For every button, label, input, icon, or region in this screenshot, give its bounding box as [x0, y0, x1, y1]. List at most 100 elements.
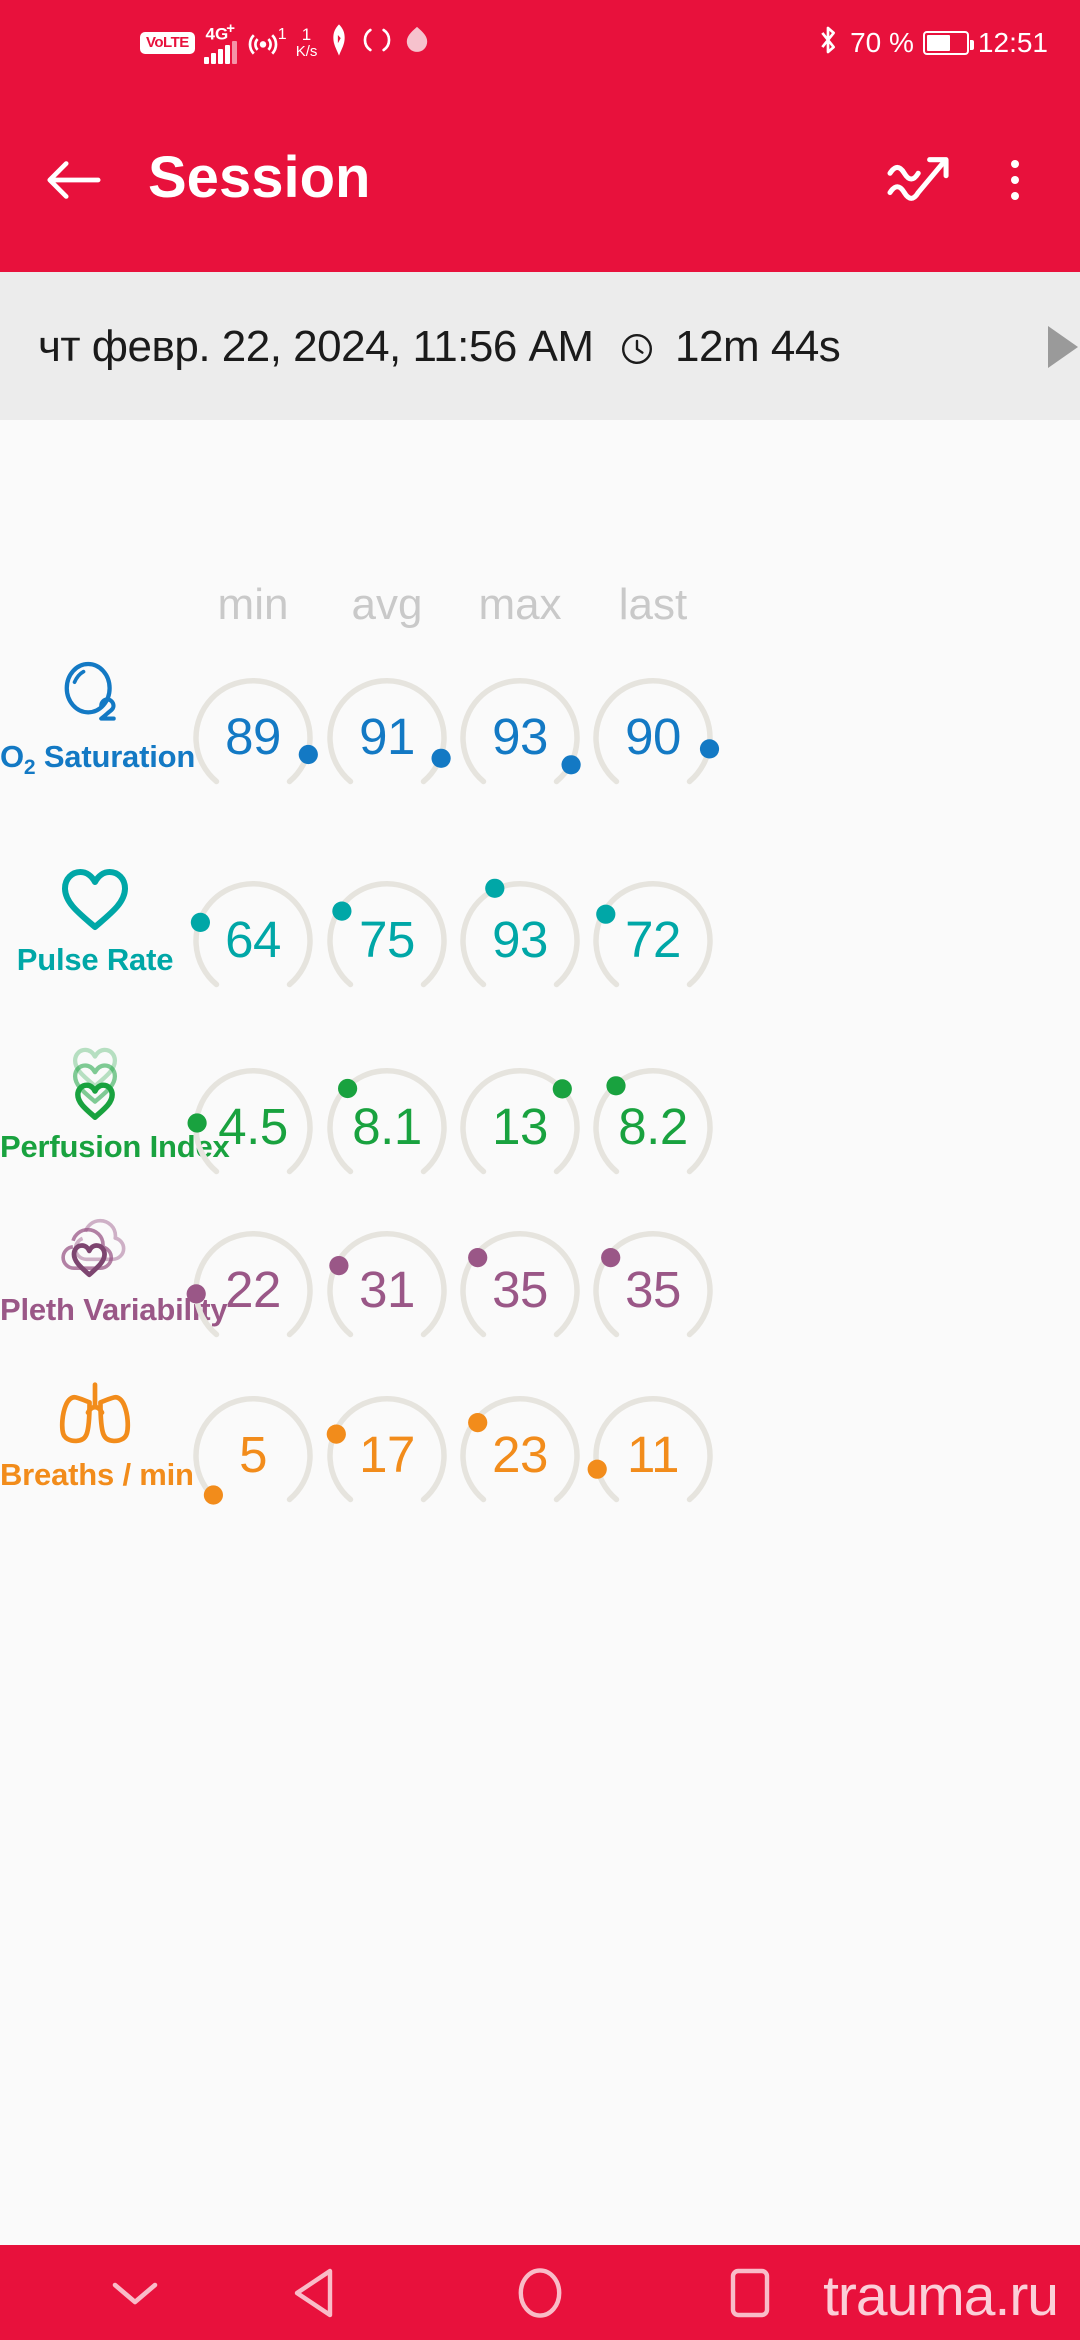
gauge-pleth-max[interactable]: 35: [453, 1223, 587, 1357]
gauge-perfusion-avg[interactable]: 8.1: [320, 1060, 454, 1194]
gauge-value: 90: [625, 708, 681, 765]
gauge-value: 8.1: [352, 1098, 422, 1155]
app-bar: Session: [0, 85, 1080, 272]
gauge-breaths-max[interactable]: 23: [453, 1388, 587, 1522]
gauge-pleth-last[interactable]: 35: [586, 1223, 720, 1357]
metric-label-text: Breaths / min: [0, 1457, 194, 1492]
gauge-pulse-last[interactable]: 72: [586, 873, 720, 1007]
gauge-value: 17: [359, 1426, 415, 1483]
battery-icon: [922, 30, 974, 55]
metric-label-breaths-per-min: Breaths / min: [0, 1360, 194, 1560]
gauge-value: 4.5: [218, 1098, 288, 1155]
gauge-value: 23: [492, 1426, 548, 1483]
gauge-pulse-min[interactable]: 64: [186, 873, 320, 1007]
triple-heart-icon: [0, 1046, 190, 1124]
gauge-perfusion-max[interactable]: 13: [453, 1060, 587, 1194]
gauge-value: 72: [625, 911, 681, 968]
session-duration-label: 12m 44s: [675, 322, 841, 371]
gauge-perfusion-min[interactable]: 4.5: [186, 1060, 320, 1194]
hotspot-icon: 1: [246, 26, 287, 60]
hide-navbar-button[interactable]: [75, 2245, 195, 2340]
gauge-value: 8.2: [618, 1098, 688, 1155]
metric-row-pulse-rate[interactable]: Pulse Rate 64 75 93 72: [0, 845, 1080, 1045]
column-header-avg: avg: [351, 580, 423, 629]
gauge-o2-min[interactable]: 89: [186, 670, 320, 804]
metric-label-text: Pleth Variability: [0, 1292, 228, 1327]
bluetooth-icon: [815, 23, 841, 62]
circle-home-icon: [518, 2267, 562, 2318]
clock-icon: [619, 322, 667, 371]
status-bar: VoLTE 4G+ 1 1 K/s 70 % 12:51: [0, 0, 1080, 85]
square-recents-icon: [730, 2268, 770, 2317]
session-date-bar[interactable]: чт февр. 22, 2024, 11:56 AM 12m 44s: [0, 272, 1080, 420]
back-button[interactable]: [33, 147, 113, 213]
chevron-down-icon: [112, 2282, 158, 2304]
trend-chart-icon: [887, 157, 949, 201]
gauge-pulse-max[interactable]: 93: [453, 873, 587, 1007]
gauge-o2-last[interactable]: 90: [586, 670, 720, 804]
gauge-value: 64: [225, 911, 281, 968]
system-recents-button[interactable]: [690, 2245, 810, 2340]
session-date-text: чт февр. 22, 2024, 11:56 AM 12m 44s: [38, 322, 841, 372]
vitals-summary-panel: min avg max last O2 Saturation 89 91 93 …: [0, 420, 1080, 2245]
gauge-breaths-min[interactable]: 5: [186, 1388, 320, 1522]
network-type-label: 4G: [205, 24, 229, 44]
metric-row-breaths-per-min[interactable]: Breaths / min 5 17 23 11: [0, 1360, 1080, 1560]
metric-label-o2-saturation: O2 Saturation: [0, 642, 196, 842]
page-title: Session: [148, 145, 371, 210]
cloud-heart-icon: [0, 1209, 190, 1287]
data-rate-unit: K/s: [295, 42, 318, 60]
gauge-value: 35: [625, 1261, 681, 1318]
trend-chart-button[interactable]: [880, 147, 958, 213]
status-bar-left-icons: VoLTE 4G+ 1 1 K/s: [140, 0, 432, 85]
signal-bars-icon: 4G+: [203, 21, 237, 64]
navigation-bar: trauma.ru: [0, 2245, 1080, 2340]
column-header-last: last: [618, 580, 688, 629]
metric-label-text: Perfusion Index: [0, 1129, 230, 1164]
gauge-value: 11: [627, 1426, 679, 1483]
metric-row-o2-saturation[interactable]: O2 Saturation 89 91 93 90: [0, 642, 1080, 842]
gauge-pleth-min[interactable]: 22: [186, 1223, 320, 1357]
metric-label-text: O2 Saturation: [0, 739, 196, 780]
date-bar-chevron-button[interactable]: [1044, 322, 1080, 372]
data-rate-icon: 1 K/s: [295, 24, 318, 60]
metric-label-text: Pulse Rate: [16, 942, 174, 977]
battery-percent-label: 70 %: [850, 26, 914, 58]
overflow-menu-icon: [1011, 160, 1019, 168]
session-date-label: чт февр. 22, 2024, 11:56 AM: [38, 322, 594, 371]
gauge-pleth-avg[interactable]: 31: [320, 1223, 454, 1357]
lungs-icon: [0, 1374, 190, 1452]
clock-label: 12:51: [977, 26, 1048, 58]
column-header-min: min: [217, 580, 289, 629]
hotspot-count-label: 1: [277, 25, 287, 43]
system-back-button[interactable]: [255, 2245, 375, 2340]
drop-icon: [402, 24, 432, 61]
gauge-value: 22: [225, 1261, 281, 1318]
gauge-value: 75: [359, 911, 415, 968]
status-bar-right-icons: 70 % 12:51: [815, 0, 1048, 85]
triangle-back-icon: [294, 2268, 333, 2317]
gauge-breaths-last[interactable]: 11: [586, 1388, 720, 1522]
data-rate-value: 1: [301, 24, 312, 44]
gauge-value: 93: [492, 911, 548, 968]
chevron-right-icon: [1048, 326, 1078, 368]
gauge-value: 5: [239, 1426, 267, 1483]
gauge-o2-avg[interactable]: 91: [320, 670, 454, 804]
nfc-icon: [326, 23, 352, 62]
gauge-value: 35: [492, 1261, 548, 1318]
system-home-button[interactable]: [480, 2245, 600, 2340]
overflow-menu-button[interactable]: [986, 147, 1044, 213]
gauge-value: 31: [359, 1261, 415, 1318]
column-header-max: max: [478, 580, 562, 629]
gauge-breaths-avg[interactable]: 17: [320, 1388, 454, 1522]
arrow-left-icon: [47, 161, 101, 199]
gauge-pulse-avg[interactable]: 75: [320, 873, 454, 1007]
metric-label-pulse-rate: Pulse Rate: [0, 845, 190, 1045]
heart-outline-icon: [0, 859, 190, 937]
gauge-perfusion-last[interactable]: 8.2: [586, 1060, 720, 1194]
gauge-value: 13: [492, 1098, 548, 1155]
gauge-o2-max[interactable]: 93: [453, 670, 587, 804]
o2-bubble-icon: [0, 656, 190, 734]
sync-icon: [361, 24, 393, 61]
column-headers: min avg max last: [0, 575, 1080, 635]
